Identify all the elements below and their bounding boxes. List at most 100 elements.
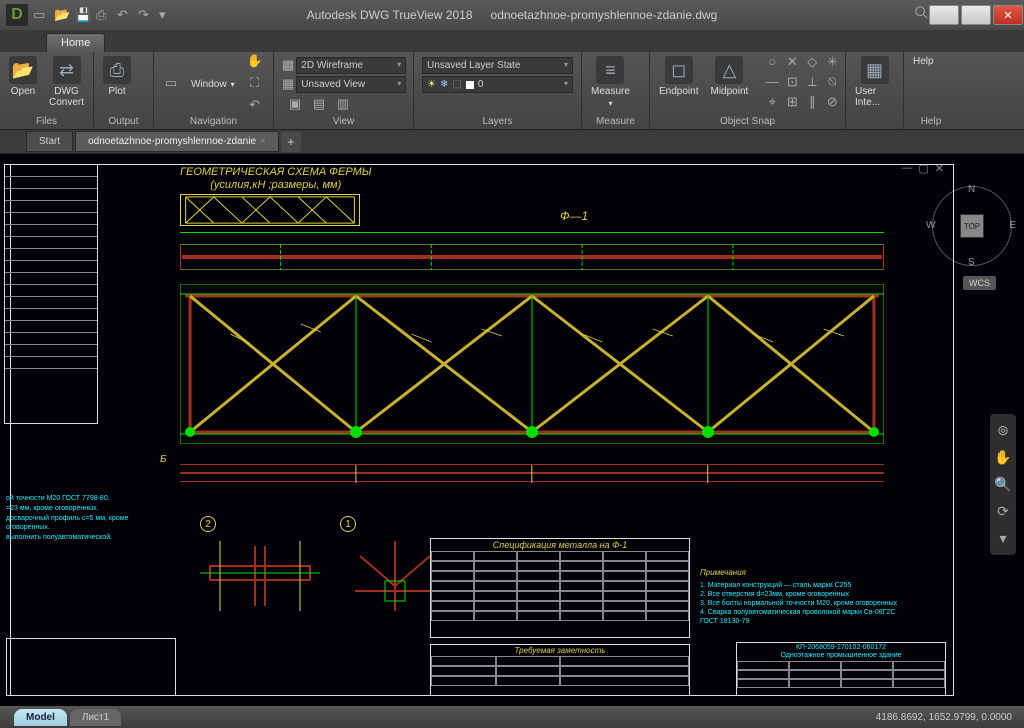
layer-color-swatch: [466, 81, 474, 89]
titlebar: D ▭ 📂 💾 ⎙ ↶ ↷ ▾ Autodesk DWG TrueView 20…: [0, 0, 1024, 30]
qat-more-icon[interactable]: ▾: [159, 7, 175, 23]
side-notes: ой точности М20 ГОСТ 7798-80. =23 мм, кр…: [6, 494, 156, 543]
close-tab-icon[interactable]: ×: [260, 136, 266, 147]
window-button[interactable]: Window▾: [190, 77, 236, 92]
panel-help-label: Help: [904, 116, 958, 127]
viewcube-s[interactable]: S: [968, 257, 975, 268]
folder-icon: 📂: [9, 56, 37, 84]
viewcube-n[interactable]: N: [968, 184, 975, 195]
nav-bar: ⊚ ✋ 🔍 ⟳ ▾: [990, 414, 1016, 555]
visual-style-select[interactable]: 2D Wireframe: [296, 57, 406, 74]
qat-save-icon[interactable]: 💾: [75, 7, 91, 23]
tab-start[interactable]: Start: [26, 131, 73, 152]
midpoint-icon: △: [715, 56, 743, 84]
ribbon: 📂Open ⇄DWG Convert Files ⎙Plot Output ▭ …: [0, 52, 1024, 130]
detail-2: 2: [200, 516, 320, 616]
panel-output-label: Output: [94, 116, 153, 127]
nav-orbit-icon[interactable]: ⟳: [997, 503, 1009, 520]
maximize-button[interactable]: ▢: [961, 5, 991, 25]
osnap-node-icon[interactable]: ✕: [783, 54, 801, 72]
freeze-icon: ❄: [440, 79, 448, 90]
model-tab[interactable]: Model: [14, 709, 67, 726]
view-tool3-icon[interactable]: ▥: [334, 96, 352, 114]
osnap-near-icon[interactable]: ⌖: [763, 94, 781, 112]
qat-plot-icon[interactable]: ⎙: [96, 7, 112, 23]
top-chord-beam: [180, 244, 884, 270]
open-button[interactable]: 📂Open: [8, 54, 38, 99]
nav-pan-icon[interactable]: ✋: [994, 449, 1011, 466]
spec-table: Спецификация металла на Ф-1: [430, 538, 690, 638]
endpoint-icon: ◻: [665, 56, 693, 84]
title-block: КП-2068059-270102-060172 Одноэтажное про…: [736, 642, 946, 696]
document-tabs: Start odnoetazhnoe-promyshlennoe-zdanie×…: [0, 130, 1024, 154]
visual-style-icon: ▩: [282, 57, 294, 75]
view-icon: ▦: [282, 76, 294, 94]
qat-undo-icon[interactable]: ↶: [117, 7, 133, 23]
osnap-quad-icon[interactable]: ◇: [803, 54, 821, 72]
osnap-center-icon[interactable]: ○: [763, 54, 781, 72]
osnap-ins-icon[interactable]: ⊡: [783, 74, 801, 92]
nav-show-icon[interactable]: ▾: [999, 530, 1006, 547]
dim-span: [180, 232, 884, 240]
wcs-label[interactable]: WCS: [963, 276, 996, 290]
nav-zoom-icon[interactable]: 🔍: [994, 476, 1011, 493]
osnap-tan-icon[interactable]: ⍉: [823, 74, 841, 92]
nav-wheel-icon[interactable]: ⊚: [997, 422, 1009, 439]
saved-view-select[interactable]: Unsaved View: [296, 76, 406, 93]
ribbon-tabrow: Home: [0, 30, 1024, 52]
layer-select[interactable]: ☀ ❄ ⬚ 0: [422, 76, 573, 93]
convert-icon: ⇄: [53, 56, 81, 84]
file-title: odnoetazhnoe-promyshlennoe-zdanie.dwg: [491, 8, 718, 22]
qat-redo-icon[interactable]: ↷: [138, 7, 154, 23]
ui-icon: ▦: [861, 56, 889, 84]
window-icon[interactable]: ▭: [162, 75, 180, 93]
truss-schematic: [180, 194, 360, 226]
measure-button[interactable]: ≡Measure▾: [590, 54, 631, 110]
viewcube-top[interactable]: TOP: [960, 214, 984, 238]
panel-view-label: View: [274, 116, 413, 127]
close-button[interactable]: ✕: [993, 5, 1023, 25]
tab-drawing[interactable]: odnoetazhnoe-promyshlennoe-zdanie×: [75, 131, 279, 152]
osnap-app-icon[interactable]: ⊞: [783, 94, 801, 112]
extent-icon[interactable]: ⛶: [246, 75, 264, 93]
pan-icon[interactable]: ✋: [246, 53, 264, 71]
status-bar: Model Лист1 4186.8692, 1652.9799, 0.0000: [0, 706, 1024, 728]
drawing-canvas[interactable]: — ▢ ✕ TOP N S E W WCS ⊚ ✋ 🔍 ⟳ ▾ ой точно…: [0, 154, 1024, 706]
qat-open-icon[interactable]: 📂: [54, 7, 70, 23]
midpoint-button[interactable]: △Midpoint: [709, 54, 749, 99]
layer-state-select[interactable]: Unsaved Layer State: [422, 57, 573, 74]
osnap-int-icon[interactable]: ✳: [823, 54, 841, 72]
view-tool2-icon[interactable]: ▤: [310, 96, 328, 114]
plot-button[interactable]: ⎙Plot: [102, 54, 132, 99]
help-button[interactable]: Help: [912, 54, 935, 69]
view-tool1-icon[interactable]: ▣: [286, 96, 304, 114]
user-interface-button[interactable]: ▦User Inte...: [854, 54, 895, 110]
bottom-chord-beam: [180, 464, 884, 482]
side-table: [4, 164, 98, 424]
dwg-convert-button[interactable]: ⇄DWG Convert: [48, 54, 85, 110]
add-tab-button[interactable]: +: [281, 132, 301, 152]
panel-files-label: Files: [0, 116, 93, 127]
osnap-perp-icon[interactable]: ⟂: [803, 74, 821, 92]
search-icon[interactable]: [914, 5, 928, 19]
layout-tab[interactable]: Лист1: [70, 709, 121, 726]
app-logo[interactable]: D: [6, 4, 28, 26]
minimize-button[interactable]: –: [929, 5, 959, 25]
panel-nav-label: Navigation: [154, 116, 273, 127]
panel-measure-label: Measure: [582, 116, 649, 127]
viewcube-e[interactable]: E: [1009, 220, 1016, 231]
osnap-ext-icon[interactable]: —: [763, 74, 781, 92]
bulb-icon: ☀: [427, 79, 436, 90]
osnap-none-icon[interactable]: ⊘: [823, 94, 841, 112]
requirements-block: Требуемая заметность: [430, 644, 690, 696]
coordinates-readout: 4186.8692, 1652.9799, 0.0000: [876, 712, 1024, 723]
endpoint-button[interactable]: ◻Endpoint: [658, 54, 699, 99]
panel-osnap-label: Object Snap: [650, 116, 845, 127]
side-title-block: [6, 638, 176, 696]
tab-home[interactable]: Home: [46, 33, 105, 52]
app-title: Autodesk DWG TrueView 2018: [307, 8, 473, 22]
qat-new-icon[interactable]: ▭: [33, 7, 49, 23]
lock-icon: ⬚: [452, 79, 461, 90]
osnap-par-icon[interactable]: ∥: [803, 94, 821, 112]
prev-icon[interactable]: ↶: [246, 97, 264, 115]
